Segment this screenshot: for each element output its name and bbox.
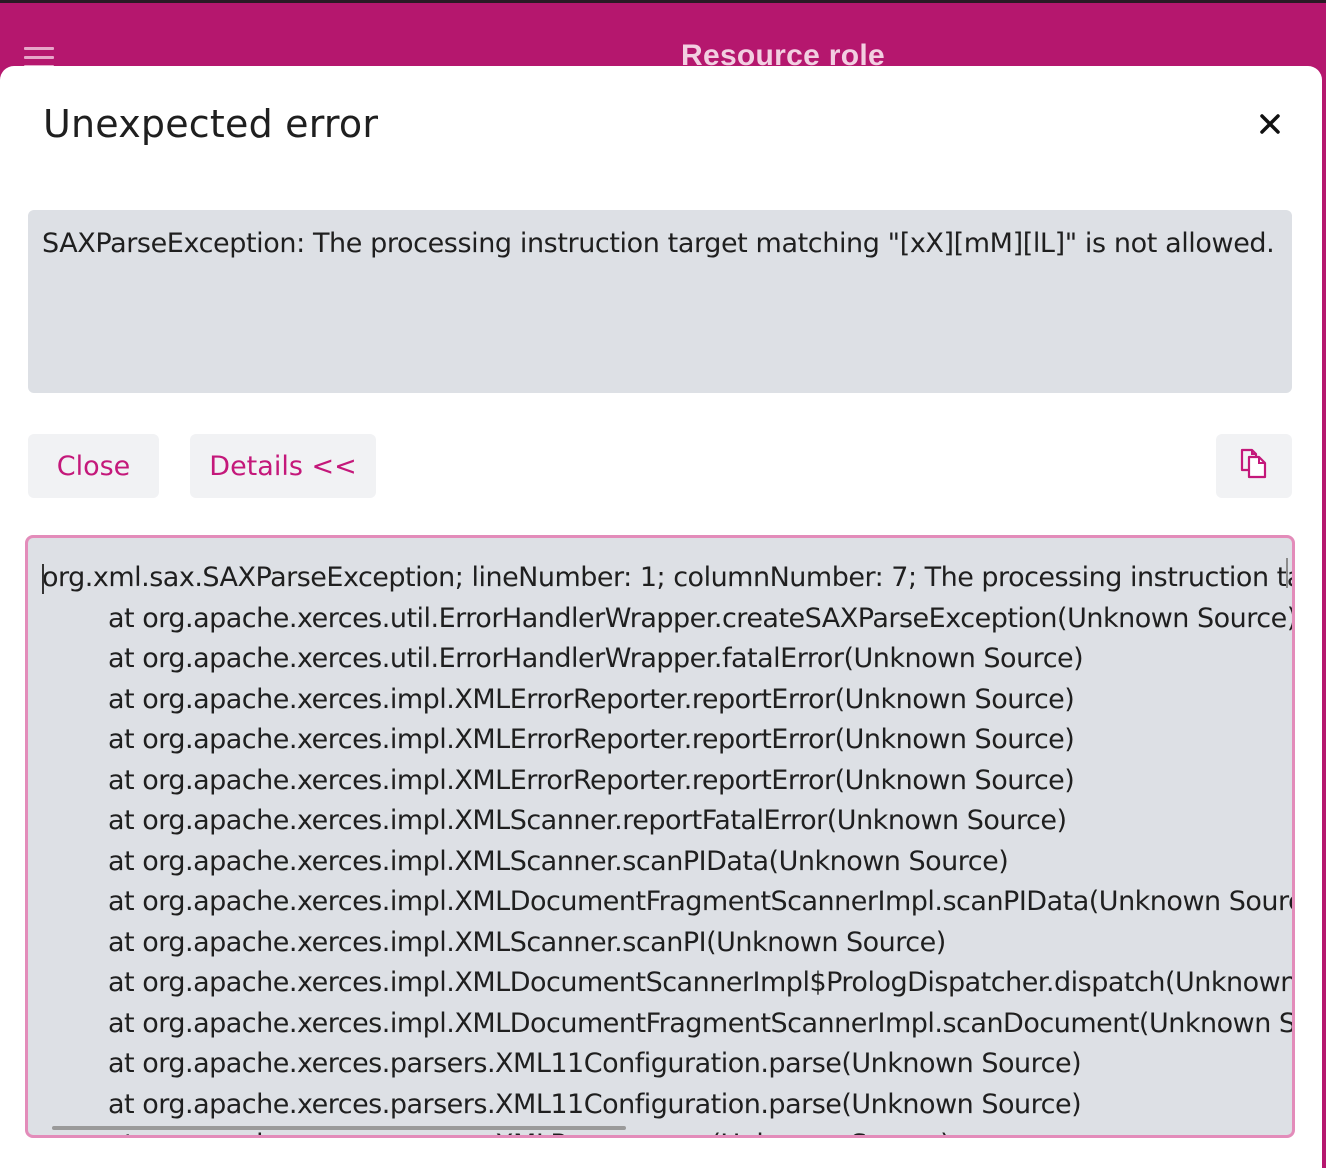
text-caret <box>42 564 44 594</box>
stack-trace-frame: at org.apache.xerces.impl.XMLDocumentFra… <box>108 1007 1295 1039</box>
details-toggle-button[interactable]: Details << <box>190 434 376 498</box>
close-button[interactable]: Close <box>28 434 159 498</box>
stack-trace-frame: at org.apache.xerces.impl.XMLErrorReport… <box>108 683 1075 715</box>
copy-button[interactable] <box>1216 434 1292 498</box>
stack-trace-frame: at org.apache.xerces.parsers.XML11Config… <box>108 1048 1082 1079</box>
stack-trace-frame: at org.apache.xerces.impl.XMLScanner.sca… <box>108 926 946 958</box>
stack-trace-frame: at org.apache.xerces.impl.XMLErrorReport… <box>108 764 1075 796</box>
stack-trace-frame: at org.apache.xerces.impl.XMLErrorReport… <box>108 724 1075 755</box>
stack-trace-textarea[interactable]: org.xml.sax.SAXParseException; lineNumbe… <box>25 535 1295 1138</box>
error-message: SAXParseException: The processing instru… <box>42 228 1275 259</box>
error-dialog: Unexpected error SAXParseException: The … <box>0 66 1322 1168</box>
stack-trace-frame: at org.apache.xerces.impl.XMLDocumentFra… <box>108 886 1295 917</box>
copy-icon <box>1237 446 1271 487</box>
horizontal-scrollbar[interactable] <box>52 1126 626 1130</box>
stack-trace-frame: at org.apache.xerces.util.ErrorHandlerWr… <box>108 602 1295 634</box>
dialog-title: Unexpected error <box>43 102 379 146</box>
stack-trace-content: org.xml.sax.SAXParseException; lineNumbe… <box>42 558 1295 1135</box>
vertical-scrollbar[interactable] <box>1286 558 1288 588</box>
stack-trace-frame: at org.apache.xerces.impl.XMLScanner.rep… <box>108 805 1067 836</box>
stack-trace-frame: at org.apache.xerces.parsers.XML11Config… <box>108 1088 1082 1120</box>
stack-trace-frame: at org.apache.xerces.util.ErrorHandlerWr… <box>108 643 1084 674</box>
close-icon[interactable] <box>1252 106 1288 142</box>
stack-trace-frame: at org.apache.xerces.impl.XMLDocumentSca… <box>108 967 1295 998</box>
stack-trace-frame: at org.apache.xerces.impl.XMLScanner.sca… <box>108 845 1009 877</box>
error-message-box: SAXParseException: The processing instru… <box>28 210 1292 393</box>
stack-trace-exception-line: org.xml.sax.SAXParseException; lineNumbe… <box>42 562 1292 593</box>
